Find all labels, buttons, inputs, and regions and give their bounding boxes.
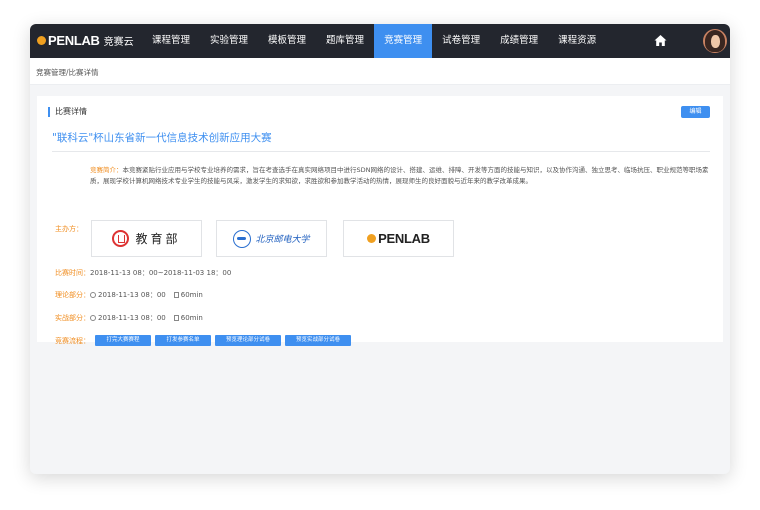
theory-duration: 60min bbox=[180, 291, 203, 299]
organizer-name: 北京邮电大学 bbox=[255, 235, 310, 245]
bupt-emblem-icon bbox=[233, 229, 252, 248]
practice-label: 实战部分： bbox=[55, 314, 90, 322]
clock-icon bbox=[90, 292, 96, 298]
organizer-penlab: PENLAB bbox=[343, 220, 454, 257]
practice-info: 2018-11-13 08：00 60min bbox=[90, 313, 203, 323]
penlab-logo-icon bbox=[367, 234, 377, 243]
breadcrumb[interactable]: 竞赛管理/比赛详情 bbox=[36, 67, 99, 78]
contest-detail-panel: 比赛详情 编辑 "联科云"杯山东省新一代信息技术创新应用大赛 竞赛简介：本竞赛紧… bbox=[37, 96, 723, 346]
organizer-moe: 教育部 bbox=[91, 220, 202, 257]
time-value: 2018-11-13 08：00~2018-11-03 18：00 bbox=[90, 269, 232, 277]
practice-duration: 60min bbox=[180, 314, 203, 322]
contest-title: "联科云"杯山东省新一代信息技术创新应用大赛 bbox=[52, 132, 272, 144]
top-navbar: PENLAB 竞赛云 课程管理 实验管理 模板管理 题库管理 竞赛管理 试卷管理… bbox=[30, 24, 730, 58]
nav-item-experiment[interactable]: 实验管理 bbox=[200, 24, 258, 58]
breadcrumb-bar: 竞赛管理/比赛详情 bbox=[30, 58, 730, 85]
divider bbox=[52, 151, 710, 152]
process-button-participants[interactable]: 打发参赛名单 bbox=[155, 335, 211, 346]
process-button-theory-paper[interactable]: 预览理论部分试卷 bbox=[215, 335, 281, 346]
theory-time: 2018-11-13 08：00 bbox=[98, 291, 166, 299]
edit-button[interactable]: 编辑 bbox=[681, 106, 710, 118]
clock-icon bbox=[90, 315, 96, 321]
nav-item-exam-paper[interactable]: 试卷管理 bbox=[432, 24, 490, 58]
organizer-name: 教育部 bbox=[135, 232, 181, 246]
nav-item-scores[interactable]: 成绩管理 bbox=[490, 24, 548, 58]
nav-item-resources[interactable]: 课程资源 bbox=[548, 24, 606, 58]
theory-info: 2018-11-13 08：00 60min bbox=[90, 290, 203, 300]
process-button-schedule[interactable]: 打完大赛赛程 bbox=[95, 335, 151, 346]
contest-intro: 竞赛简介：本竞赛紧贴行业应用与学校专业培养的需求，旨在考查选手在真实网络项目中进… bbox=[90, 165, 712, 187]
user-avatar[interactable] bbox=[703, 29, 727, 53]
nav-item-template[interactable]: 模板管理 bbox=[258, 24, 316, 58]
nav-item-contest[interactable]: 竞赛管理 bbox=[374, 24, 433, 58]
intro-text: 本竞赛紧贴行业应用与学校专业培养的需求，旨在考查选手在真实网络项目中进行SDN网… bbox=[90, 166, 709, 185]
logo-suffix: 竞赛云 bbox=[103, 37, 134, 48]
moe-emblem-icon bbox=[112, 230, 130, 247]
process-button-practice-paper[interactable]: 预览实战部分试卷 bbox=[285, 335, 351, 346]
home-icon[interactable] bbox=[654, 34, 667, 47]
practice-time: 2018-11-13 08：00 bbox=[98, 314, 166, 322]
logo-text: PENLAB bbox=[48, 33, 100, 48]
organizer-name: PENLAB bbox=[378, 231, 430, 246]
panel-heading: 比赛详情 bbox=[48, 107, 87, 117]
app-logo[interactable]: PENLAB 竞赛云 bbox=[37, 33, 134, 48]
nav-item-question-bank[interactable]: 题库管理 bbox=[316, 24, 374, 58]
theory-label: 理论部分： bbox=[55, 291, 90, 299]
organizer-bupt: 北京邮电大学 bbox=[216, 220, 327, 257]
intro-label: 竞赛简介： bbox=[90, 166, 123, 174]
nav-item-course[interactable]: 课程管理 bbox=[142, 24, 200, 58]
hourglass-icon bbox=[173, 292, 179, 298]
main-nav: 课程管理 实验管理 模板管理 题库管理 竞赛管理 试卷管理 成绩管理 课程资源 bbox=[142, 24, 606, 58]
logo-mark-icon bbox=[37, 36, 46, 45]
organizer-label: 主办方： bbox=[55, 225, 83, 233]
hourglass-icon bbox=[173, 315, 179, 321]
app-window: PENLAB 竞赛云 课程管理 实验管理 模板管理 题库管理 竞赛管理 试卷管理… bbox=[30, 24, 730, 474]
time-label: 比赛时间： bbox=[55, 269, 90, 277]
process-label: 竞赛流程： bbox=[55, 337, 90, 345]
